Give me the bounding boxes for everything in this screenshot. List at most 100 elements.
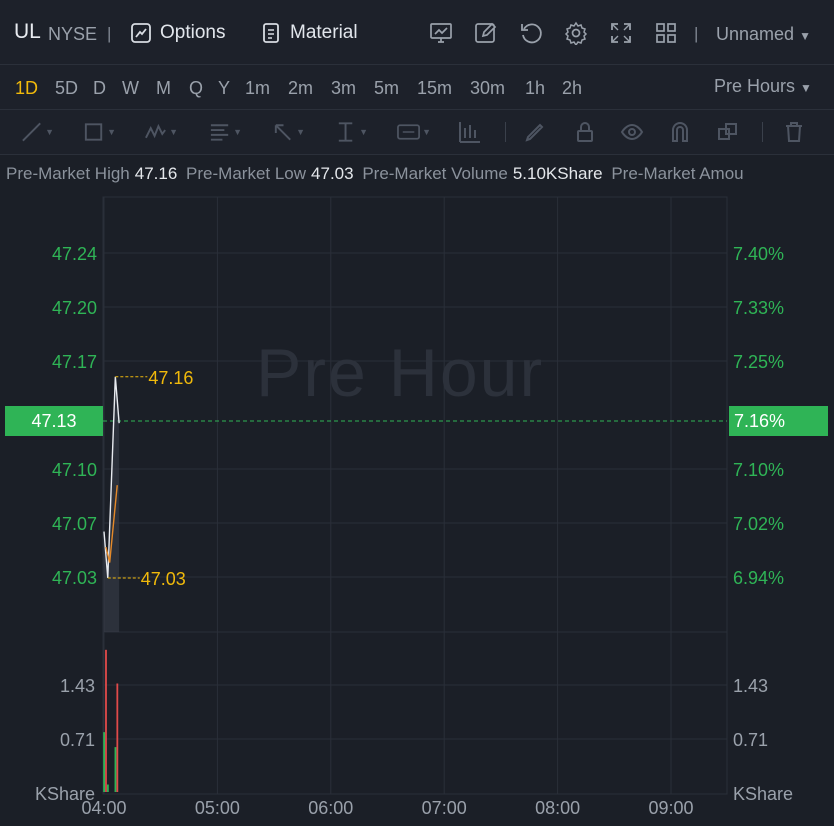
price-chart[interactable]: 47.24 7.40% 47.20 7.33% 47.17 7.25% 47.10 7.10%… xyxy=(0,194,834,826)
timeframe-bar: 1D 5D D W M Q Y 1m 2m 3m 5m 15m 30m 1h 2… xyxy=(0,65,834,110)
low-marker-label: 47.03 xyxy=(141,569,186,589)
volume-unit-label: KShare xyxy=(733,784,793,804)
rectangle-tool-icon[interactable]: ▼ xyxy=(82,120,116,144)
percent-tick-label: 7.40% xyxy=(733,244,784,264)
stat-label: Pre-Market Low xyxy=(186,164,307,183)
session-label: Pre Hours xyxy=(714,76,796,96)
timeframe-d[interactable]: D xyxy=(93,78,106,99)
percent-tick-label: 7.33% xyxy=(733,298,784,318)
timeframe-1d[interactable]: 1D xyxy=(15,78,38,99)
time-tick-label: 06:00 xyxy=(308,798,353,818)
timeframe-w[interactable]: W xyxy=(122,78,139,99)
timeframe-5m[interactable]: 5m xyxy=(374,78,399,99)
percent-tick-label: 7.25% xyxy=(733,352,784,372)
price-tick-label: 47.17 xyxy=(52,352,97,372)
settings-icon[interactable] xyxy=(564,21,588,47)
arrow-tool-icon[interactable]: ▼ xyxy=(271,120,305,144)
stat-label: Pre-Market Volume xyxy=(362,164,508,183)
percent-tick-label: 7.02% xyxy=(733,514,784,534)
timeframe-5d[interactable]: 5D xyxy=(55,78,78,99)
timeframe-1h[interactable]: 1h xyxy=(525,78,545,99)
volume-bar xyxy=(103,732,105,792)
timeframe-2m[interactable]: 2m xyxy=(288,78,313,99)
refresh-icon[interactable] xyxy=(519,21,543,45)
chart-marks xyxy=(103,376,727,792)
volume-bar xyxy=(106,784,109,792)
indicator-tool-icon[interactable] xyxy=(458,120,492,144)
timeframe-3m[interactable]: 3m xyxy=(331,78,356,99)
toolbar-divider-2 xyxy=(762,122,763,142)
material-label: Material xyxy=(290,22,358,43)
premarket-stats: Pre-Market High 47.16 Pre-Market Low 47.03… xyxy=(0,156,834,194)
brush-icon[interactable] xyxy=(523,120,557,144)
line-tool-icon[interactable]: ▼ xyxy=(20,120,54,144)
chart-grid xyxy=(102,196,728,795)
chevron-down-icon: ▼ xyxy=(800,81,812,95)
chart-labels: 47.24 7.40% 47.20 7.33% 47.17 7.25% 47.10 7.10%… xyxy=(35,244,793,818)
timeframe-m[interactable]: M xyxy=(156,78,171,99)
current-price-tag: 47.13 xyxy=(5,406,103,436)
time-tick-label: 05:00 xyxy=(195,798,240,818)
session-dropdown[interactable]: Pre Hours ▼ xyxy=(714,76,812,97)
timeframe-2h[interactable]: 2h xyxy=(562,78,582,99)
price-tick-label: 47.07 xyxy=(52,514,97,534)
stat-value: 47.03 xyxy=(311,164,354,183)
volume-bar xyxy=(116,683,119,792)
layout-name-label: Unnamed xyxy=(716,24,795,44)
volume-tick-label: 0.71 xyxy=(733,730,768,750)
layers-icon[interactable] xyxy=(716,120,750,144)
volume-bar xyxy=(105,649,107,792)
percent-tick-label: 7.10% xyxy=(733,460,784,480)
chevron-down-icon: ▼ xyxy=(799,29,811,43)
chart-template-icon[interactable] xyxy=(429,21,453,45)
timeframe-15m[interactable]: 15m xyxy=(417,78,452,99)
eye-icon[interactable] xyxy=(620,120,654,144)
volume-tick-label: 1.43 xyxy=(733,676,768,696)
options-label: Options xyxy=(160,22,226,43)
stat-label: Pre-Market Amou xyxy=(611,164,744,183)
timeframe-y[interactable]: Y xyxy=(218,78,230,99)
layout-name-dropdown[interactable]: Unnamed ▼ xyxy=(716,24,811,45)
magnet-icon[interactable] xyxy=(668,120,702,144)
exchange-label: NYSE xyxy=(48,24,98,44)
volume-tick-label: 0.71 xyxy=(60,730,95,750)
volume-bar xyxy=(114,747,117,792)
pattern-tool-icon[interactable]: ▼ xyxy=(144,120,178,144)
stat-label: Pre-Market High xyxy=(6,164,130,183)
price-tick-label: 47.24 xyxy=(52,244,97,264)
price-tick-label: 47.03 xyxy=(52,568,97,588)
plot-frame xyxy=(102,196,728,795)
drawing-toolbar: ▼ ▼ ▼ ▼ ▼ ▼ ▼ xyxy=(0,110,834,155)
ticker-symbol[interactable]: UL xyxy=(14,20,41,44)
stat-value: 47.16 xyxy=(134,164,178,183)
trash-icon[interactable] xyxy=(782,120,816,144)
toolbar-separator: | xyxy=(107,24,112,43)
fullscreen-icon[interactable] xyxy=(609,21,633,45)
timeframe-q[interactable]: Q xyxy=(189,78,203,99)
toolbar-separator-2: | xyxy=(694,24,699,43)
price-tick-label: 47.10 xyxy=(52,460,97,480)
time-tick-label: 09:00 xyxy=(648,798,693,818)
time-tick-label: 08:00 xyxy=(535,798,580,818)
options-chart-icon xyxy=(130,22,152,44)
toolbar-divider xyxy=(505,122,506,142)
lock-icon[interactable] xyxy=(573,120,607,144)
stat-value: 5.10KShare xyxy=(512,164,603,183)
volume-tick-label: 1.43 xyxy=(60,676,95,696)
price-tick-label: 47.20 xyxy=(52,298,97,318)
percent-tick-label: 6.94% xyxy=(733,568,784,588)
timeframe-30m[interactable]: 30m xyxy=(470,78,505,99)
measure-tool-icon[interactable]: ▼ xyxy=(334,120,368,144)
high-marker-label: 47.16 xyxy=(148,368,193,388)
timeframe-1m[interactable]: 1m xyxy=(245,78,270,99)
number-tool-icon[interactable]: ▼ xyxy=(397,120,431,144)
chart-watermark: Pre Hour xyxy=(256,335,545,411)
fib-tool-icon[interactable]: ▼ xyxy=(208,120,242,144)
options-button[interactable]: Options xyxy=(130,22,225,44)
material-button[interactable]: Material xyxy=(260,22,358,44)
price-area xyxy=(104,376,120,632)
time-tick-label: 04:00 xyxy=(81,798,126,818)
draw-edit-icon[interactable] xyxy=(474,21,498,45)
layout-grid-icon[interactable] xyxy=(654,21,678,45)
time-tick-label: 07:00 xyxy=(422,798,467,818)
